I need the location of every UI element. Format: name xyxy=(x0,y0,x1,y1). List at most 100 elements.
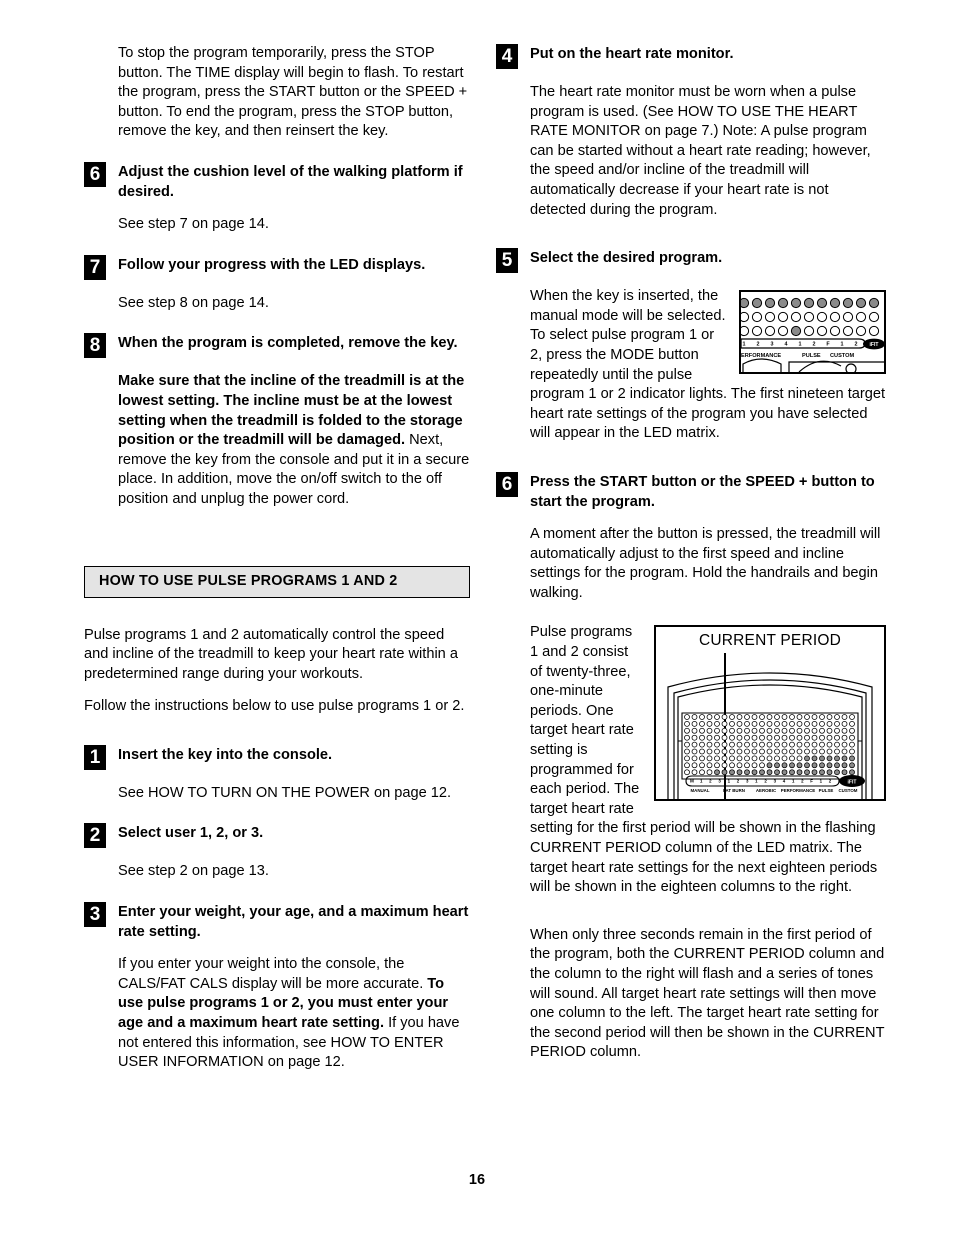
led-dot xyxy=(766,742,773,748)
led-dot xyxy=(789,728,795,735)
led-dot xyxy=(736,742,743,748)
led-dot xyxy=(744,742,750,748)
led-dot xyxy=(751,714,758,721)
svg-text:ERFORMANCE: ERFORMANCE xyxy=(741,353,781,359)
led-dot xyxy=(781,742,788,748)
led-dot xyxy=(781,749,788,755)
led-dot xyxy=(736,735,743,742)
led-dot xyxy=(691,742,698,748)
pulse-step-2: 2 Select user 1, 2, or 3. xyxy=(84,823,470,849)
led-dot xyxy=(841,735,848,742)
led-dot xyxy=(744,762,750,769)
ifit-logo-text: iFIT xyxy=(848,780,857,786)
led-dot xyxy=(699,714,705,721)
led-dot xyxy=(736,714,743,721)
led-dot xyxy=(744,714,750,721)
led-matrix xyxy=(684,714,855,776)
led-dot xyxy=(841,769,848,776)
led-dot xyxy=(849,769,855,776)
led-dot xyxy=(819,721,825,728)
svg-text:1: 1 xyxy=(841,342,844,348)
led-dot xyxy=(819,762,825,769)
led-dot xyxy=(729,728,735,735)
led-dot xyxy=(699,762,705,769)
led-dot xyxy=(804,749,810,755)
page-number: 16 xyxy=(468,1172,486,1188)
led-dot xyxy=(781,728,788,735)
svg-text:1: 1 xyxy=(799,342,802,348)
led-dot xyxy=(819,749,825,755)
led-dot xyxy=(721,742,728,748)
led-dot xyxy=(751,742,758,748)
led-dot xyxy=(706,735,713,742)
led-dot xyxy=(699,755,705,762)
led-dot xyxy=(691,721,698,728)
led-dot xyxy=(729,755,735,762)
led-dot xyxy=(736,749,743,755)
led-dot xyxy=(819,728,825,735)
led-dot xyxy=(759,749,765,755)
step-title: When the program is completed, remove th… xyxy=(118,335,458,352)
led-dot xyxy=(804,728,810,735)
led-dot xyxy=(789,769,795,776)
led-dot xyxy=(766,728,773,735)
digit-labels: 1 2 3 4 1 2 F 1 2 xyxy=(743,342,858,348)
led-dot xyxy=(744,755,750,762)
led-dot xyxy=(796,721,803,728)
led-dot xyxy=(781,721,788,728)
step-number-badge: 2 xyxy=(84,823,106,849)
svg-text:2: 2 xyxy=(855,342,858,348)
step-number-badge: 6 xyxy=(496,471,518,497)
led-dot xyxy=(744,769,750,776)
led-dot xyxy=(774,721,780,728)
led-dot xyxy=(721,721,728,728)
led-dot xyxy=(789,742,795,748)
left-column: To stop the program temporarily, press t… xyxy=(84,44,470,1073)
pulse-step-3-body: If you enter your weight into the consol… xyxy=(84,955,470,1073)
led-dot xyxy=(826,728,833,735)
led-dot xyxy=(706,721,713,728)
step-number-badge: 6 xyxy=(84,161,106,187)
led-dot xyxy=(691,714,698,721)
step-title: Select user 1, 2, or 3. xyxy=(118,825,264,842)
led-dot xyxy=(714,742,720,748)
matrix-digit-label: F xyxy=(810,779,813,784)
step-8-body: Make sure that the incline of the treadm… xyxy=(84,372,470,509)
step-7-body: See step 8 on page 14. xyxy=(118,294,269,311)
led-dot xyxy=(796,755,803,762)
led-dot xyxy=(699,721,705,728)
led-dot xyxy=(744,735,750,742)
svg-text:4: 4 xyxy=(785,342,788,348)
led-dot xyxy=(706,762,713,769)
led-dot xyxy=(684,714,690,721)
led-dot xyxy=(684,755,690,762)
intro-paragraph: To stop the program temporarily, press t… xyxy=(118,45,468,140)
led-dot xyxy=(759,755,765,762)
led-dot xyxy=(811,721,818,728)
step-title: Put on the heart rate monitor. xyxy=(530,46,734,62)
led-dot xyxy=(729,749,735,755)
led-dot xyxy=(684,762,690,769)
matrix-group-label: CUSTOM xyxy=(839,788,858,793)
led-dot xyxy=(706,728,713,735)
matrix-group-label: AEROBIC xyxy=(756,788,777,793)
led-dot xyxy=(811,714,818,721)
led-dot xyxy=(759,735,765,742)
section-header-pulse-programs: HOW TO USE PULSE PROGRAMS 1 AND 2 xyxy=(84,565,470,598)
led-dot xyxy=(804,755,810,762)
group-labels: ERFORMANCE PULSE CUSTOM xyxy=(741,353,854,359)
matrix-digit-label: M xyxy=(690,779,694,784)
led-dot xyxy=(766,762,773,769)
led-dot xyxy=(781,735,788,742)
led-dot xyxy=(759,742,765,748)
led-dot xyxy=(774,728,780,735)
led-dot xyxy=(759,721,765,728)
step-6-right-body: A moment after the button is pressed, th… xyxy=(530,526,881,601)
led-dot xyxy=(766,755,773,762)
led-dot xyxy=(819,735,825,742)
led-dot xyxy=(699,769,705,776)
step-title: Enter your weight, your age, and a maxim… xyxy=(118,904,469,940)
